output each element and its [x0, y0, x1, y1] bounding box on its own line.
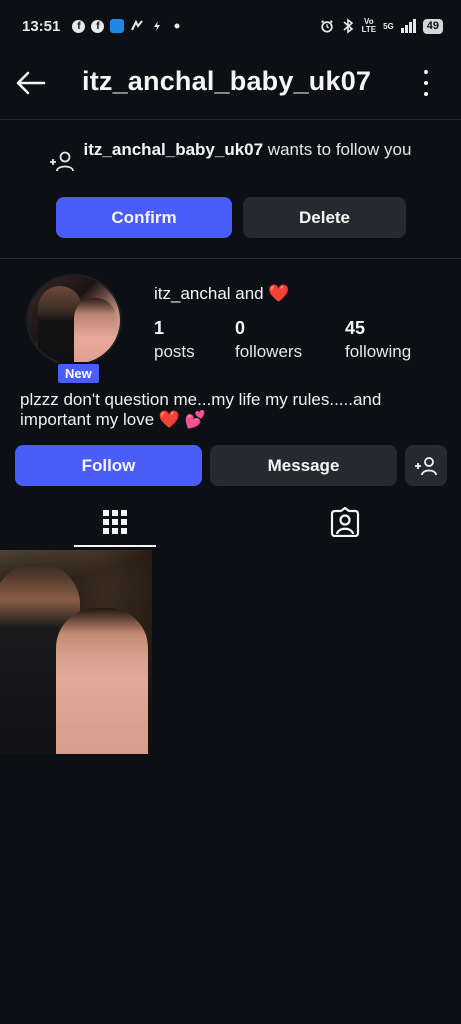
network-type: 5G	[383, 21, 394, 31]
following-stat[interactable]: 45 following	[345, 317, 411, 365]
tagged-person-icon	[330, 507, 360, 537]
profile-bio: plzzz don't question me...my life my rul…	[20, 390, 382, 429]
status-bar: 13:51 f f Vo LTE 5G 49	[0, 0, 461, 52]
more-vertical-icon	[424, 70, 428, 74]
suggested-users-button[interactable]	[405, 445, 447, 486]
top-app-bar: itz_anchal_baby_uk07	[0, 52, 461, 116]
lightning-notification-icon	[150, 19, 164, 33]
profile-tabs	[0, 496, 461, 548]
follow-button[interactable]: Follow	[15, 445, 202, 486]
tab-posts-grid[interactable]	[74, 496, 156, 548]
followers-label: followers	[235, 342, 303, 361]
follow-request-text: itz_anchal_baby_uk07 wants to follow you	[83, 140, 413, 160]
bluetooth-icon	[341, 18, 355, 34]
add-person-icon	[415, 456, 437, 475]
facebook-notification-icon-2: f	[91, 19, 105, 33]
page-title: itz_anchal_baby_uk07	[82, 66, 372, 96]
grid-icon	[103, 510, 127, 534]
profile-actions: Follow Message	[15, 445, 447, 486]
messenger-notification-icon	[130, 19, 144, 33]
profile-avatar[interactable]	[26, 274, 126, 366]
more-options-button[interactable]	[421, 70, 431, 96]
signal-strength-icon	[400, 19, 416, 33]
delete-button[interactable]: Delete	[243, 197, 406, 238]
profile-display-name: itz_anchal and ❤️	[154, 284, 290, 303]
active-tab-indicator	[74, 545, 156, 547]
volte-indicator: Vo LTE	[361, 17, 377, 34]
tab-tagged[interactable]	[304, 496, 386, 548]
followers-count: 0	[235, 318, 246, 338]
add-person-icon	[49, 150, 75, 177]
status-time: 13:51	[22, 17, 61, 35]
app-notification-icon	[110, 19, 125, 33]
alarm-icon	[320, 19, 334, 33]
posts-count: 1	[154, 318, 165, 338]
request-actions: Confirm Delete	[56, 197, 406, 238]
post-thumbnail[interactable]	[0, 550, 152, 754]
request-username[interactable]: itz_anchal_baby_uk07	[84, 140, 264, 159]
message-button[interactable]: Message	[210, 445, 397, 486]
back-button[interactable]	[14, 66, 48, 100]
facebook-notification-icon: f	[72, 19, 86, 33]
battery-indicator: 49	[422, 18, 443, 34]
following-count: 45	[345, 318, 366, 338]
more-notifications-dot-icon	[170, 19, 184, 33]
followers-stat[interactable]: 0 followers	[235, 317, 302, 365]
request-message: wants to follow you	[263, 140, 412, 159]
follow-request-banner: itz_anchal_baby_uk07 wants to follow you	[0, 140, 461, 177]
posts-stat[interactable]: 1 posts	[154, 317, 195, 365]
following-label: following	[345, 342, 412, 361]
new-badge: New	[56, 362, 101, 385]
back-arrow-icon	[16, 71, 46, 95]
posts-label: posts	[154, 342, 195, 361]
header-divider	[0, 119, 461, 120]
confirm-button[interactable]: Confirm	[56, 197, 232, 238]
request-divider	[0, 258, 461, 259]
avatar	[26, 274, 122, 366]
